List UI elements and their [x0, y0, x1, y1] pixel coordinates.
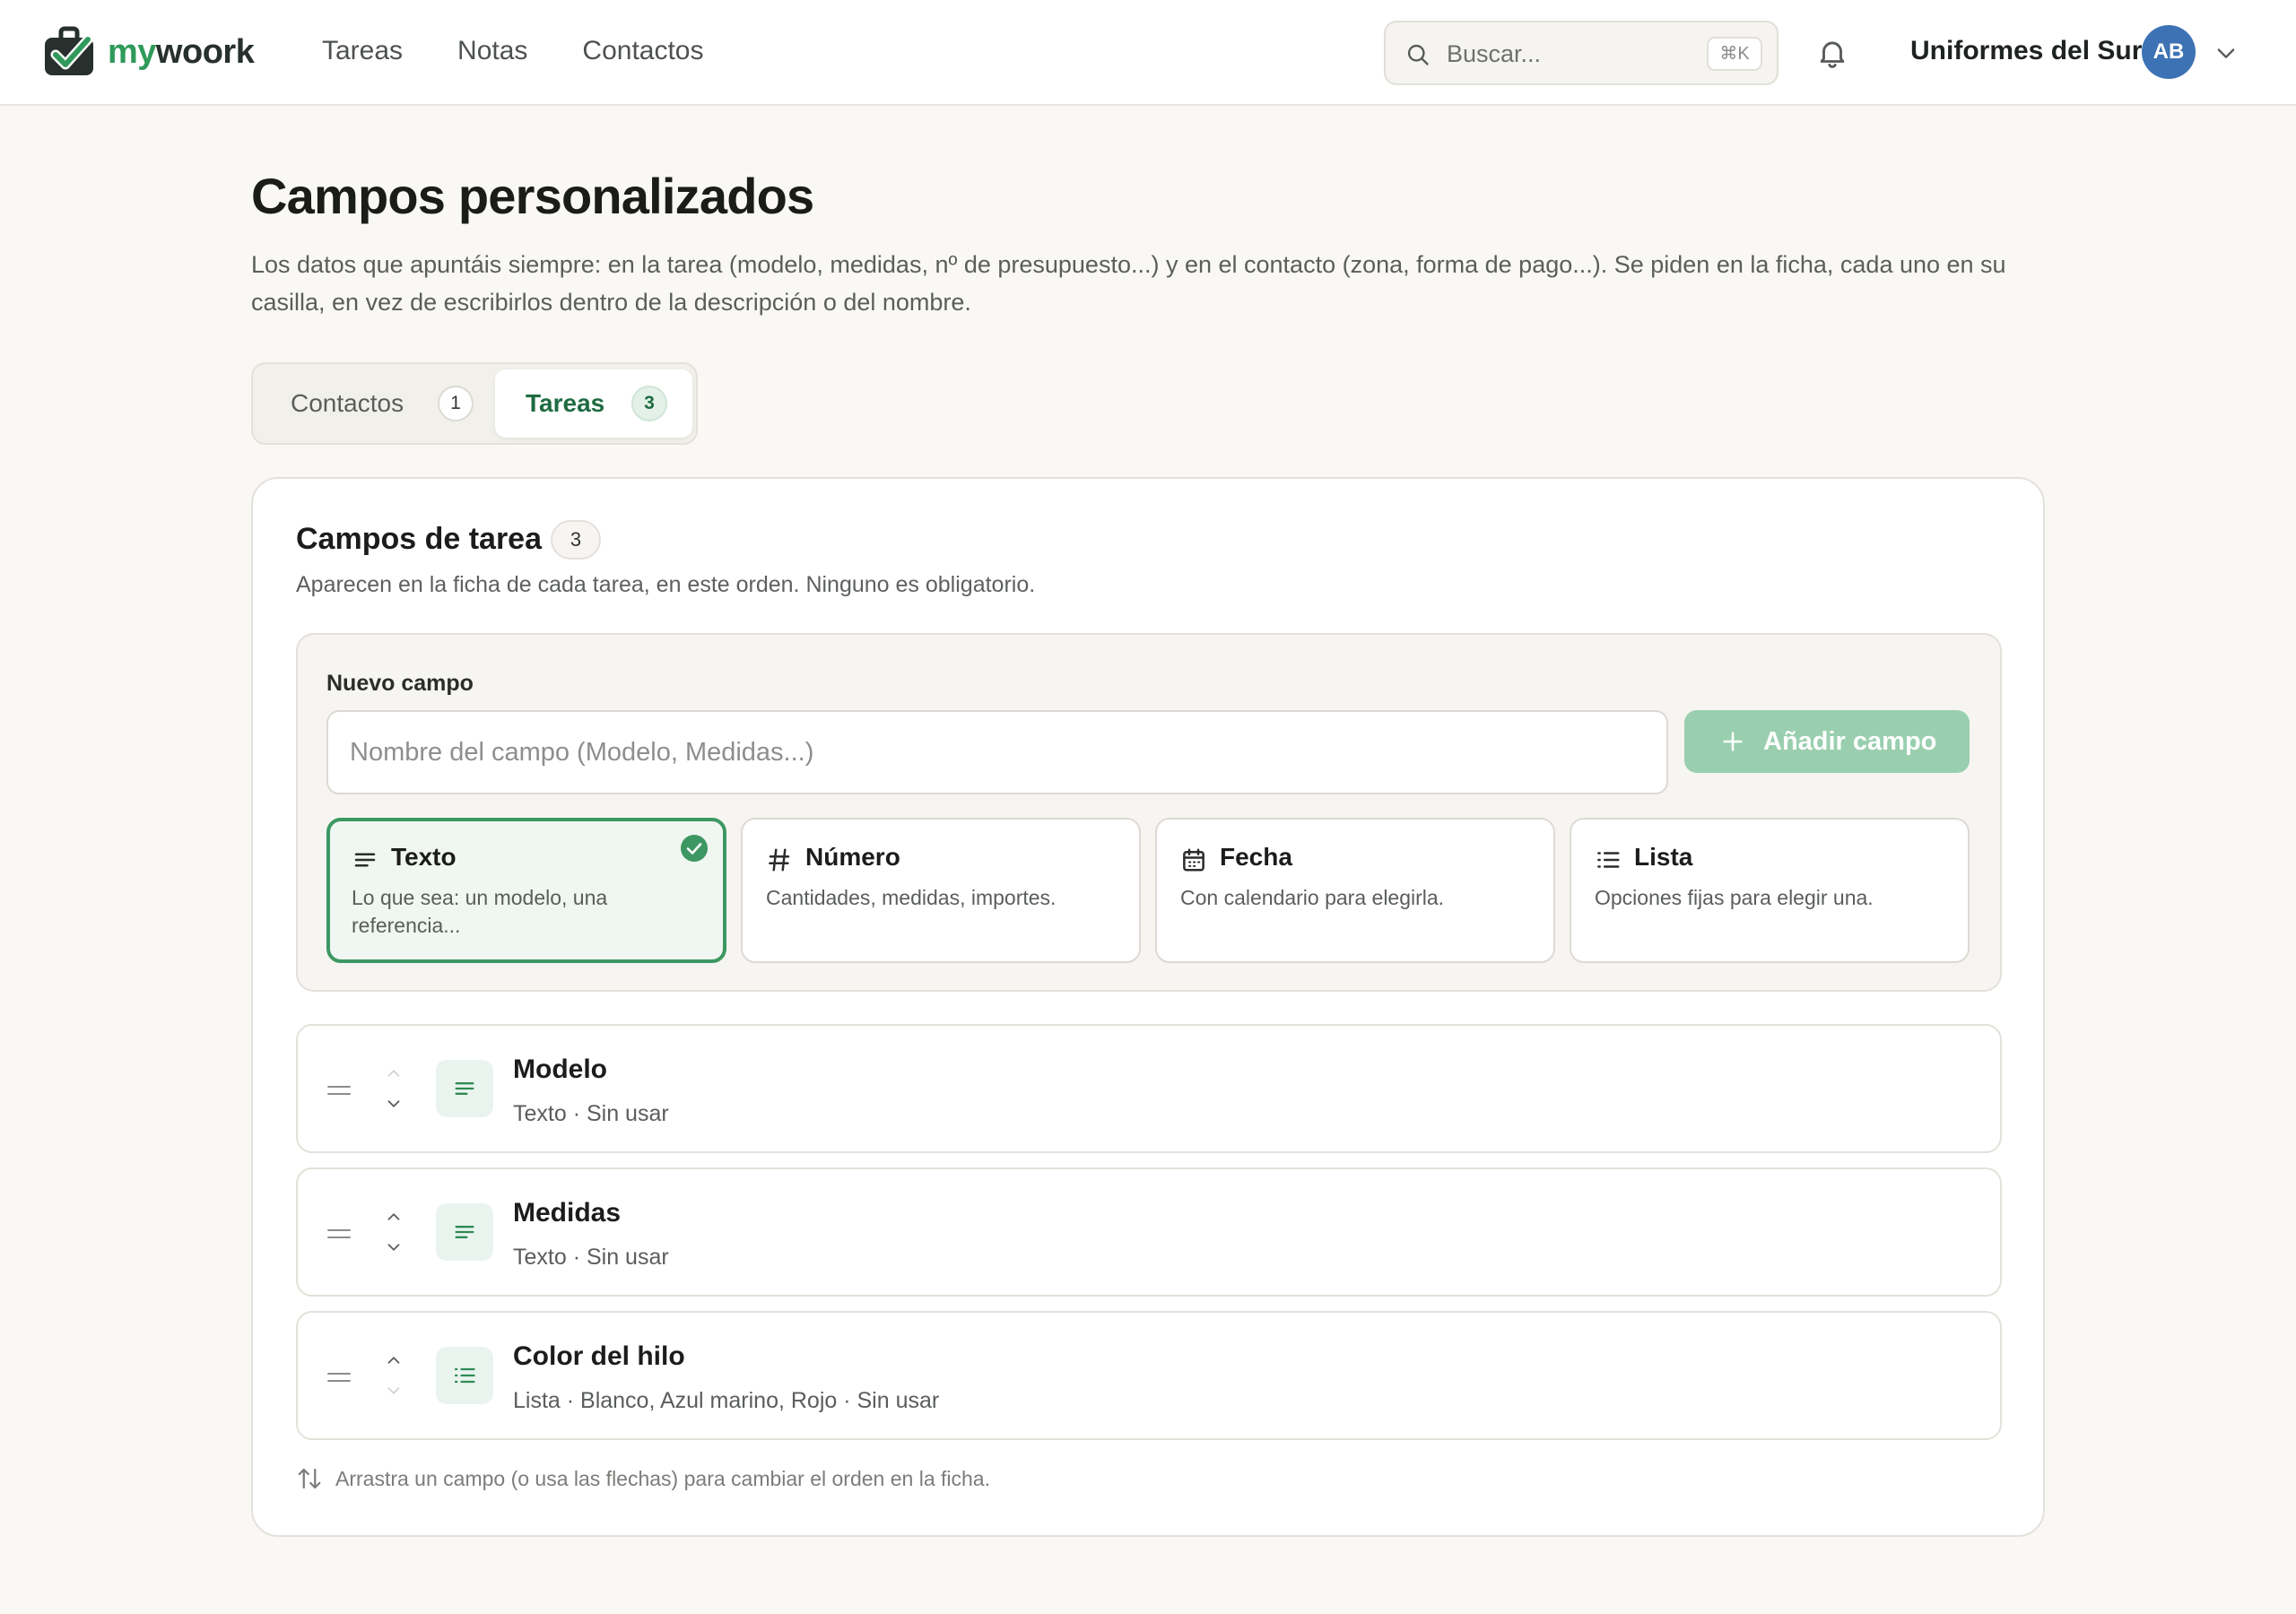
- field-name: Medidas: [513, 1198, 622, 1228]
- chevron-up-icon[interactable]: [384, 1350, 404, 1370]
- field-name-input[interactable]: [326, 710, 1668, 794]
- type-option-fecha[interactable]: Fecha Con calendario para elegirla.: [1155, 818, 1555, 963]
- check-circle-icon: [681, 835, 708, 862]
- chevron-up-icon[interactable]: [384, 1063, 404, 1083]
- search-placeholder: Buscar...: [1447, 40, 1542, 67]
- field-row-modelo[interactable]: Modelo Texto · Sin usar: [296, 1024, 2002, 1153]
- nav-notas[interactable]: Notas: [457, 36, 527, 66]
- field-row-color-del-hilo[interactable]: Color del hilo Lista · Blanco, Azul mari…: [296, 1311, 2002, 1440]
- card-description: Aparecen en la ficha de cada tarea, en e…: [296, 572, 1036, 597]
- type-option-name: Lista: [1634, 843, 1693, 871]
- brand-name: mywoork: [108, 32, 255, 71]
- task-fields-card: Campos de tarea 3 Aparecen en la ficha d…: [251, 477, 2045, 1537]
- add-field-button-label: Añadir campo: [1763, 727, 1937, 756]
- field-count-badge: 3: [551, 520, 601, 560]
- main-nav: Tareas Notas Contactos: [322, 36, 704, 66]
- calendar-icon: [1183, 848, 1205, 872]
- field-type-badge: [436, 1203, 493, 1261]
- organization-name[interactable]: Uniformes del Sur: [1910, 36, 2142, 66]
- brand-logo[interactable]: mywoork: [41, 25, 255, 79]
- type-option-description: Lo que sea: un modelo, una referencia...: [352, 886, 608, 937]
- drag-handle-icon[interactable]: [326, 1227, 352, 1241]
- tab-label: Contactos: [291, 389, 404, 417]
- type-option-name: Texto: [391, 843, 457, 871]
- tab-label: Tareas: [526, 389, 605, 417]
- field-name: Color del hilo: [513, 1341, 685, 1371]
- type-option-numero[interactable]: Número Cantidades, medidas, importes.: [741, 818, 1141, 963]
- field-name: Modelo: [513, 1054, 607, 1084]
- list-icon: [1597, 852, 1620, 868]
- text-lines-icon: [455, 1226, 474, 1238]
- briefcase-check-icon: [45, 26, 93, 75]
- card-title: Campos de tarea: [296, 522, 542, 556]
- plus-icon: [1723, 732, 1743, 751]
- field-type-badge: [436, 1347, 493, 1404]
- drag-handle-icon[interactable]: [326, 1370, 352, 1384]
- type-option-texto[interactable]: Texto Lo que sea: un modelo, una referen…: [326, 818, 726, 963]
- field-meta: Texto · Sin usar: [513, 1245, 669, 1270]
- page-description: Los datos que apuntáis siempre: en la ta…: [251, 251, 2006, 316]
- text-lines-icon: [455, 1082, 474, 1095]
- chevron-down-icon[interactable]: [384, 1381, 404, 1401]
- new-field-label: Nuevo campo: [326, 671, 474, 696]
- field-meta: Lista · Blanco, Azul marino, Rojo · Sin …: [513, 1388, 940, 1413]
- drag-handle-icon[interactable]: [326, 1083, 352, 1098]
- field-type-badge: [436, 1060, 493, 1117]
- search-shortcut-badge: ⌘K: [1707, 37, 1762, 71]
- type-option-name: Fecha: [1220, 843, 1292, 871]
- type-option-name: Número: [805, 843, 900, 871]
- type-option-description: Opciones fijas para elegir una.: [1595, 886, 1874, 909]
- hash-icon: [769, 848, 790, 872]
- search-icon: [1407, 44, 1429, 65]
- swap-vertical-icon: [298, 1468, 321, 1489]
- page-title: Campos personalizados: [251, 168, 814, 224]
- reorder-hint: Arrastra un campo (o usa las flechas) pa…: [296, 1465, 990, 1492]
- reorder-hint-text: Arrastra un campo (o usa las flechas) pa…: [335, 1466, 990, 1490]
- top-bar: mywoork Tareas Notas Contactos Buscar...…: [0, 0, 2296, 106]
- nav-contactos[interactable]: Contactos: [582, 36, 703, 66]
- chevron-down-icon[interactable]: [384, 1094, 404, 1114]
- tab-count-badge: 1: [438, 386, 474, 421]
- tab-contactos[interactable]: Contactos 1: [258, 369, 491, 438]
- search-box[interactable]: Buscar... ⌘K: [1384, 21, 1779, 85]
- nav-tareas[interactable]: Tareas: [322, 36, 403, 66]
- list-icon: [454, 1367, 475, 1384]
- entity-tabs: Contactos 1 Tareas 3: [251, 362, 698, 445]
- field-row-medidas[interactable]: Medidas Texto · Sin usar: [296, 1167, 2002, 1297]
- new-field-panel: Nuevo campo Añadir campo Texto Lo que se…: [296, 633, 2002, 992]
- type-option-lista[interactable]: Lista Opciones fijas para elegir una.: [1570, 818, 1970, 963]
- avatar[interactable]: AB: [2142, 25, 2196, 79]
- text-lines-icon: [354, 853, 376, 867]
- field-meta: Texto · Sin usar: [513, 1101, 669, 1126]
- add-field-button[interactable]: Añadir campo: [1684, 710, 1970, 773]
- tab-tareas[interactable]: Tareas 3: [495, 369, 692, 438]
- chevron-down-icon[interactable]: [2213, 40, 2239, 65]
- tab-count-badge: 3: [631, 386, 667, 421]
- chevron-down-icon[interactable]: [384, 1237, 404, 1257]
- bell-icon[interactable]: [1815, 36, 1849, 70]
- type-option-description: Con calendario para elegirla.: [1180, 886, 1445, 909]
- chevron-up-icon[interactable]: [384, 1207, 404, 1227]
- type-option-description: Cantidades, medidas, importes.: [766, 886, 1057, 909]
